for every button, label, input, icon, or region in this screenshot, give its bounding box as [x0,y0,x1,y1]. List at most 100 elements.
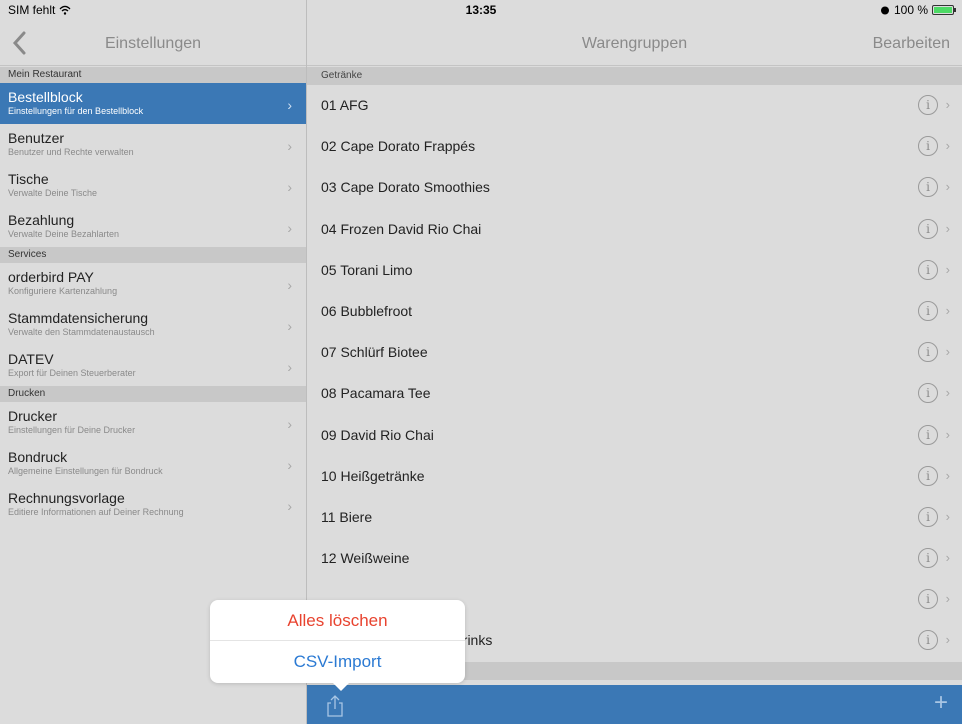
section-header-services: Services [0,247,306,263]
product-group-row[interactable]: 04 Frozen David Rio Chai i › [307,209,962,250]
info-icon[interactable]: i [918,218,938,239]
chevron-right-icon: › [945,426,950,442]
chevron-right-icon: › [287,318,292,334]
ipad-screen: SIM fehlt 13:35 100 % Einstellungen Ware… [0,0,962,724]
product-group-label: 10 Heißgetränke [321,467,425,484]
product-group-row[interactable]: 01 AFG i › [307,85,962,126]
csv-import-button[interactable]: CSV-Import [210,641,465,682]
chevron-right-icon: › [287,416,292,432]
settings-item-title: Benutzer [8,130,65,146]
info-icon[interactable]: i [918,95,938,115]
product-group-label: 02 Cape Dorato Frappés [321,138,476,155]
info-icon[interactable]: i [918,177,938,198]
settings-item-bestellblock[interactable]: Bestellblock Einstellungen für den Beste… [0,83,306,124]
info-icon[interactable]: i [918,259,938,280]
chevron-right-icon: › [945,385,950,401]
settings-item-title: Tische [8,171,49,187]
chevron-right-icon: › [945,220,950,236]
info-icon[interactable]: i [918,506,938,527]
product-group-label: 11 Biere [321,508,373,525]
info-icon[interactable]: i [918,342,938,363]
product-group-row[interactable]: 10 Heißgetränke i › [307,456,962,497]
settings-item-title: Bestellblock [8,89,83,105]
info-icon[interactable]: i [918,548,938,569]
chevron-right-icon: › [945,508,950,524]
product-group-row[interactable]: 09 David Rio Chai i › [307,415,962,456]
settings-item-title: Bondruck [8,449,68,465]
settings-item-title: Bezahlung [8,212,75,228]
settings-title: Einstellungen [104,35,202,52]
product-group-label: 08 Pacamara Tee [321,385,431,402]
chevron-right-icon: › [945,179,950,195]
info-icon[interactable]: i [918,136,938,157]
battery-icon [932,5,956,15]
product-groups-list: Getränke 01 AFG i › 02 Cape Dorato Frappés i… [307,67,962,680]
settings-item-subtitle: Verwalte den Stammdatenaustausch [8,327,155,337]
delete-all-button[interactable]: Alles löschen [210,600,465,641]
product-group-label: 05 Torani Limo [321,261,413,278]
settings-item-subtitle: Einstellungen für den Bestellblock [8,106,144,116]
clock: 13:35 [465,3,497,17]
product-group-row[interactable]: 03 Cape Dorato Smoothies i › [307,167,962,208]
chevron-right-icon: › [287,498,292,514]
settings-item-subtitle: Allgemeine Einstellungen für Bondruck [8,466,163,476]
info-icon[interactable]: i [918,300,938,321]
product-group-row[interactable]: 05 Torani Limo i › [307,250,962,291]
settings-item-title: DATEV [8,351,54,367]
info-icon[interactable]: i [918,465,938,486]
product-group-row[interactable]: 02 Cape Dorato Frappés i › [307,126,962,167]
section-header-drucken: Drucken [0,386,306,402]
chevron-right-icon: › [945,467,950,483]
settings-item-orderbird-pay[interactable]: orderbird PAY Konfiguriere Kartenzahlung… [0,263,306,304]
settings-item-bezahlung[interactable]: Bezahlung Verwalte Deine Bezahlarten › [0,206,306,247]
product-group-row[interactable]: 11 Biere i › [307,497,962,538]
alarm-icon [880,6,889,15]
section-header-mein-restaurant: Mein Restaurant [0,67,306,83]
chevron-right-icon: › [945,97,950,112]
info-icon[interactable]: i [918,630,938,651]
product-groups-navbar: Warengruppen Bearbeiten [307,20,962,66]
product-group-row[interactable]: 07 Schlürf Biotee i › [307,332,962,373]
product-group-label: 09 David Rio Chai [321,426,434,443]
product-group-row[interactable]: 08 Pacamara Tee i › [307,373,962,414]
product-group-label: 12 Weißweine [321,550,410,567]
settings-item-tische[interactable]: Tische Verwalte Deine Tische › [0,165,306,206]
product-group-label: 07 Schlürf Biotee [321,344,428,361]
chevron-right-icon: › [287,277,292,293]
info-icon[interactable]: i [918,589,938,610]
battery-status: 100 % [880,3,956,17]
settings-item-subtitle: Verwalte Deine Tische [8,188,98,198]
settings-item-title: Drucker [8,408,58,424]
add-icon[interactable]: + [934,690,948,716]
share-icon[interactable] [325,695,345,717]
product-group-rows: 01 AFG i › 02 Cape Dorato Frappés i › 03 Cape … [307,85,962,662]
settings-item-title: Rechnungsvorlage [8,490,125,506]
settings-item-subtitle: Editiere Informationen auf Deiner Rechnu… [8,507,184,517]
settings-item-subtitle: Verwalte Deine Bezahlarten [8,229,120,239]
info-icon[interactable]: i [918,383,938,404]
product-group-label: 03 Cape Dorato Smoothies [321,179,490,196]
settings-item-subtitle: Konfiguriere Kartenzahlung [8,286,118,296]
bottom-toolbar: + [307,685,962,724]
popover-arrow [332,682,350,691]
settings-item-datev[interactable]: DATEV Export für Deinen Steuerberater › [0,345,306,386]
edit-button[interactable]: Bearbeiten [873,35,950,53]
settings-item-bondruck[interactable]: Bondruck Allgemeine Einstellungen für Bo… [0,443,306,484]
product-groups-title: Warengruppen [581,35,688,52]
chevron-right-icon: › [287,220,292,236]
battery-percent: 100 % [893,3,928,17]
settings-item-rechnungsvorlage[interactable]: Rechnungsvorlage Editiere Informationen … [0,484,306,525]
info-icon[interactable]: i [918,424,938,445]
product-group-row[interactable]: 12 Weißweine i › [307,538,962,579]
settings-item-benutzer[interactable]: Benutzer Benutzer und Rechte verwalten › [0,124,306,165]
settings-navbar: Einstellungen [0,20,306,66]
settings-item-title: orderbird PAY [8,269,94,285]
status-bar: SIM fehlt 13:35 100 % [0,0,962,20]
chevron-right-icon: › [945,344,950,360]
settings-item-drucker[interactable]: Drucker Einstellungen für Deine Drucker … [0,402,306,443]
chevron-right-icon: › [945,632,950,648]
settings-item-stammdatensicherung[interactable]: Stammdatensicherung Verwalte den Stammda… [0,304,306,345]
settings-list: Mein Restaurant Bestellblock Einstellung… [0,67,306,525]
product-group-row[interactable]: 06 Bubblefroot i › [307,291,962,332]
settings-item-subtitle: Einstellungen für Deine Drucker [8,425,136,435]
